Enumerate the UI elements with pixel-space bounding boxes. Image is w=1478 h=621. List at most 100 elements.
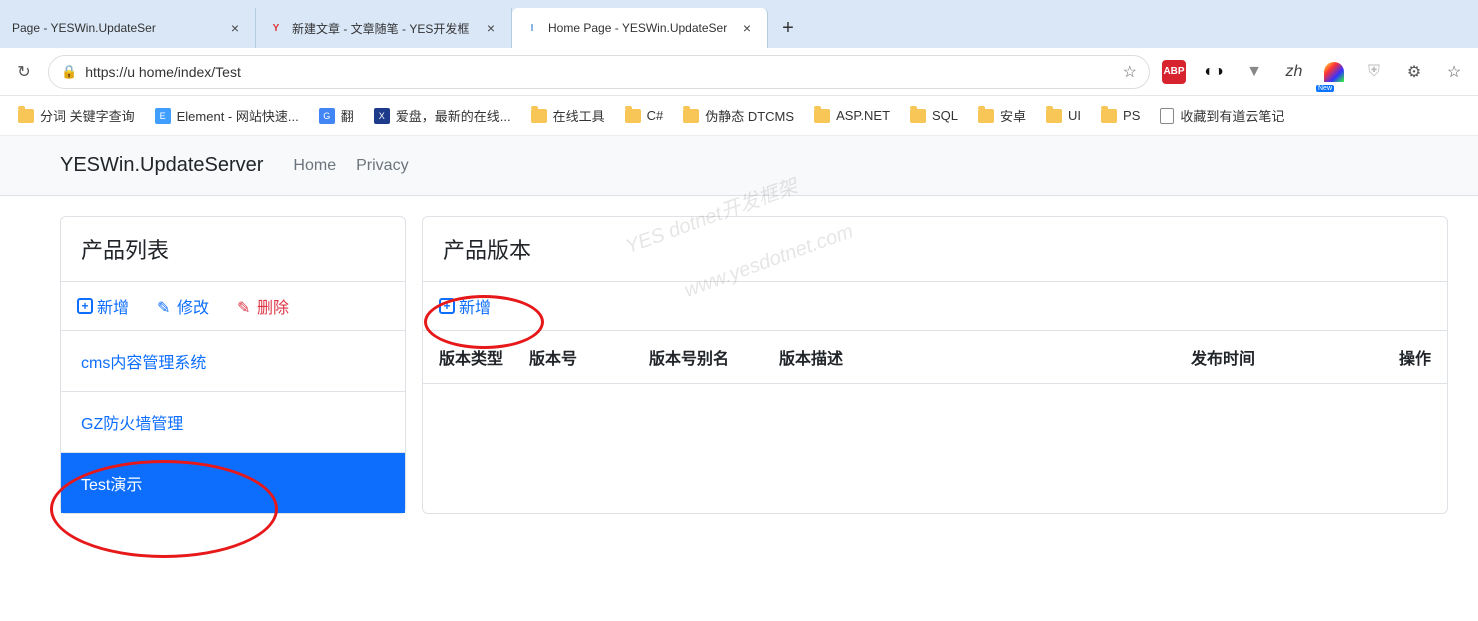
pencil-icon [157,298,173,314]
tab-title: Page - YESWin.UpdateSer [12,21,221,35]
favicon-icon: I [524,20,540,36]
col-version-type: 版本类型 [439,345,529,369]
url-box[interactable]: 🔒 https://u home/index/Test ☆ [48,55,1150,89]
edit-label: 修改 [177,294,209,318]
bookmark-item[interactable]: C# [617,104,672,127]
bookmark-label: 翻 [341,106,354,125]
close-icon[interactable]: × [483,20,499,36]
col-version-desc: 版本描述 [779,345,1191,369]
extension-icon[interactable]: ▼ [1238,56,1270,88]
add-label: 新增 [459,294,491,318]
bookmark-label: 爱盘，最新的在线... [396,106,511,125]
bookmark-item[interactable]: E Element - 网站快速... [147,102,307,129]
folder-icon [814,109,830,123]
bookmark-label: ASP.NET [836,108,890,123]
browser-tab[interactable]: Page - YESWin.UpdateSer × [0,8,256,48]
browser-tab[interactable]: Y 新建文章 - 文章随笔 - YES开发框 × [256,8,512,48]
bookmark-item[interactable]: G翻 [311,102,362,129]
col-actions: 操作 [1371,345,1431,369]
bookmark-label: 分词 关键字查询 [40,106,135,125]
extension-icon[interactable]: zh [1278,56,1310,88]
nav-privacy[interactable]: Privacy [356,157,408,175]
col-version-no: 版本号 [529,345,649,369]
folder-icon [910,109,926,123]
new-tab-button[interactable]: + [768,8,808,48]
bookmark-item[interactable]: 收藏到有道云笔记 [1152,102,1292,129]
nav-home[interactable]: Home [293,157,336,175]
versions-toolbar: +新增 [423,282,1447,331]
edit-button[interactable]: 修改 [157,294,209,318]
url-text: https://u home/index/Test [85,64,1114,80]
add-button[interactable]: +新增 [77,294,129,318]
browser-tab-active[interactable]: I Home Page - YESWin.UpdateSer × [512,8,768,48]
list-item[interactable]: GZ防火墙管理 [61,392,405,453]
plus-icon: + [439,298,455,314]
folder-icon [625,109,641,123]
bookmark-item[interactable]: UI [1038,104,1089,127]
tab-title: Home Page - YESWin.UpdateSer [548,21,733,35]
col-publish-time: 发布时间 [1191,345,1371,369]
browser-tab-strip: Page - YESWin.UpdateSer × Y 新建文章 - 文章随笔 … [0,0,1478,48]
close-icon[interactable]: × [227,20,243,36]
extension-icon[interactable] [1318,56,1350,88]
folder-icon [1101,109,1117,123]
extension-icon[interactable]: ◐◑ [1198,56,1230,88]
page-icon: X [374,108,390,124]
bookmark-label: 安卓 [1000,106,1026,125]
bookmarks-bar: 分词 关键字查询 E Element - 网站快速... G翻 X 爱盘，最新的在线… [0,96,1478,136]
close-icon[interactable]: × [739,20,755,36]
folder-icon [978,109,994,123]
bookmark-item[interactable]: 分词 关键字查询 [10,102,143,129]
bookmark-label: 在线工具 [553,106,605,125]
products-title: 产品列表 [61,217,405,282]
tab-title: 新建文章 - 文章随笔 - YES开发框 [292,20,477,37]
bookmark-label: PS [1123,108,1140,123]
bookmark-label: C# [647,108,664,123]
favorite-icon[interactable]: ☆ [1123,62,1137,82]
delete-button[interactable]: 删除 [237,294,289,318]
pencil-icon [237,298,253,314]
folder-icon [683,109,699,123]
bookmark-label: 伪静态 DTCMS [705,106,794,125]
page-icon [1160,108,1174,124]
folder-icon [531,109,547,123]
bookmark-item[interactable]: SQL [902,104,966,127]
bookmark-item[interactable]: ASP.NET [806,104,898,127]
bookmark-item[interactable]: PS [1093,104,1148,127]
products-panel: 产品列表 +新增 修改 删除 cms内容管理系统 GZ防火墙管理 Test演示 [60,216,406,514]
brand-title[interactable]: YESWin.UpdateServer [60,154,263,177]
extensions-icon[interactable]: ⚙ [1398,56,1430,88]
products-toolbar: +新增 修改 删除 [61,282,405,331]
favicon-icon: Y [268,20,284,36]
versions-table-header: 版本类型 版本号 版本号别名 版本描述 发布时间 操作 [423,331,1447,384]
folder-icon [18,109,34,123]
add-label: 新增 [97,294,129,318]
refresh-icon[interactable]: ↻ [8,56,40,88]
adblock-icon[interactable]: ABP [1158,56,1190,88]
element-icon: E [155,108,171,124]
folder-icon [1046,109,1062,123]
bookmark-item[interactable]: 伪静态 DTCMS [675,102,802,129]
address-bar: ↻ 🔒 https://u home/index/Test ☆ ABP ◐◑ ▼… [0,48,1478,96]
favorites-icon[interactable]: ☆ [1438,56,1470,88]
list-item[interactable]: cms内容管理系统 [61,331,405,392]
bookmark-label: Element - 网站快速... [177,106,299,125]
bookmark-item[interactable]: 安卓 [970,102,1034,129]
lock-icon: 🔒 [61,64,77,80]
add-version-button[interactable]: +新增 [439,294,491,318]
bookmark-item[interactable]: X 爱盘，最新的在线... [366,102,519,129]
products-list: cms内容管理系统 GZ防火墙管理 Test演示 [61,331,405,513]
delete-label: 删除 [257,294,289,318]
col-version-alias: 版本号别名 [649,345,779,369]
bookmark-label: UI [1068,108,1081,123]
versions-title: 产品版本 [423,217,1447,282]
list-item-active[interactable]: Test演示 [61,453,405,513]
plus-icon: + [77,298,93,314]
bookmark-item[interactable]: 在线工具 [523,102,613,129]
translate-icon: G [319,108,335,124]
page-navbar: YESWin.UpdateServer Home Privacy [0,136,1478,196]
bookmark-label: SQL [932,108,958,123]
shield-icon[interactable]: ⛨ [1358,56,1390,88]
page-container: 产品列表 +新增 修改 删除 cms内容管理系统 GZ防火墙管理 Test演示 … [0,196,1478,534]
bookmark-label: 收藏到有道云笔记 [1180,106,1284,125]
